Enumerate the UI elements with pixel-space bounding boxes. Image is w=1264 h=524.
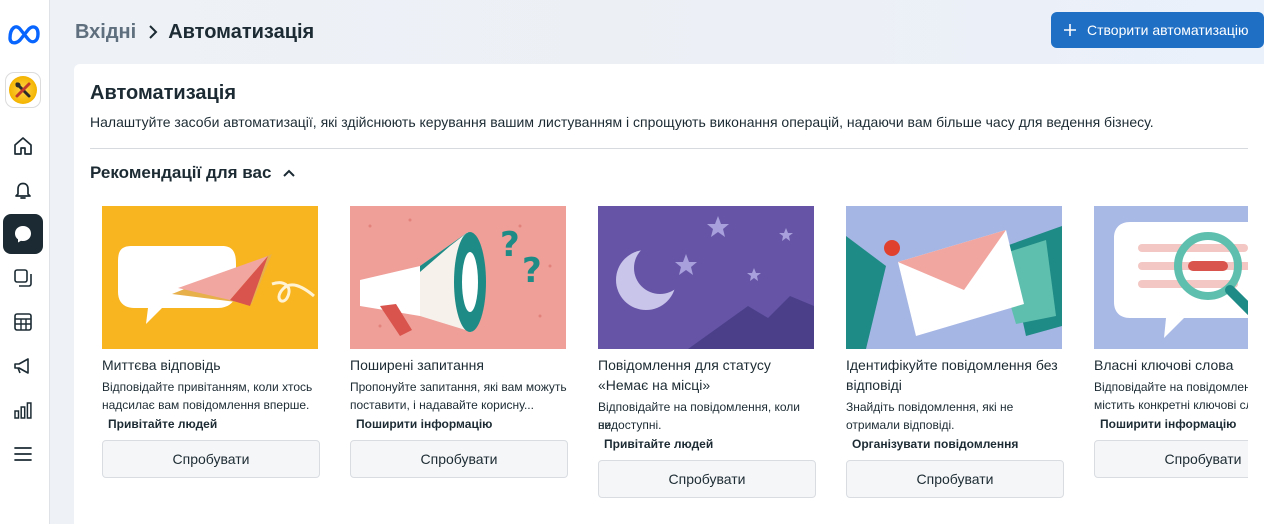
card-category: Поширити інформацію [356, 417, 493, 431]
card-away-message[interactable]: Повідомлення для статусу «Немає на місці… [598, 206, 816, 506]
left-rail [0, 0, 50, 524]
card-description: Знайдіть повідомлення, які не [846, 400, 1014, 414]
chevron-right-icon [148, 25, 158, 39]
page-title: Автоматизація [168, 20, 315, 43]
pages-icon [14, 269, 32, 287]
card-description: Пропонуйте запитання, які вам можуть [350, 380, 567, 394]
card-title: Власні ключові слова [1094, 357, 1234, 373]
breadcrumb: Вхідні Автоматизація [75, 19, 314, 45]
away-message-illustration [598, 206, 814, 349]
try-button[interactable]: Спробувати [598, 460, 816, 498]
tools-icon [15, 82, 31, 98]
nav-pages[interactable] [3, 258, 43, 298]
breadcrumb-inbox-link[interactable]: Вхідні [75, 21, 136, 44]
chevron-up-icon[interactable] [283, 169, 296, 177]
nav-insights[interactable] [3, 390, 43, 430]
faq-illustration: ? ? [350, 206, 566, 349]
keywords-illustration [1094, 206, 1248, 349]
instant-reply-illustration [102, 206, 318, 349]
card-category: Привітайте людей [604, 437, 714, 451]
card-title: Поширені запитання [350, 357, 484, 373]
try-button[interactable]: Спробувати [1094, 440, 1248, 478]
card-category: Поширити інформацію [1100, 417, 1237, 431]
unanswered-illustration [846, 206, 1062, 349]
card-title: відповіді [846, 377, 902, 393]
create-automation-label: Створити автоматизацію [1087, 22, 1249, 38]
create-automation-button[interactable]: Створити автоматизацію [1051, 12, 1264, 48]
card-title: Повідомлення для статусу [598, 357, 771, 373]
try-button[interactable]: Спробувати [846, 460, 1064, 498]
recommendation-cards: Миттєва відповідь Відповідайте привітанн… [102, 206, 1248, 506]
megaphone-icon [14, 358, 29, 374]
svg-text:?: ? [522, 251, 542, 291]
card-description: надсилає вам повідомлення вперше. [102, 398, 310, 412]
nav-menu[interactable] [3, 434, 43, 474]
card-description: недоступні. [598, 418, 662, 432]
bell-icon [15, 182, 31, 199]
table-icon [14, 313, 32, 331]
card-title: Ідентифікуйте повідомлення без [846, 357, 1058, 373]
meta-logo-icon[interactable] [6, 20, 42, 46]
card-description: містить конкретні ключові сл [1094, 398, 1248, 412]
nav-inbox[interactable] [3, 214, 43, 254]
card-description: Відповідайте на повідомлення, які [1094, 380, 1248, 394]
try-button[interactable]: Спробувати [102, 440, 320, 478]
insights-icon [14, 402, 32, 419]
card-unanswered-messages[interactable]: Ідентифікуйте повідомлення без відповіді… [846, 206, 1064, 506]
section-heading: Автоматизація [90, 82, 237, 104]
menu-icon [14, 447, 32, 461]
nav-home[interactable] [3, 126, 43, 166]
nav-notifications[interactable] [3, 170, 43, 210]
nav-table[interactable] [3, 302, 43, 342]
automation-panel: Автоматизація Налаштуйте засоби автомати… [74, 64, 1264, 524]
svg-text:?: ? [500, 225, 520, 265]
card-category: Організувати повідомлення [852, 437, 1019, 451]
card-instant-reply[interactable]: Миттєва відповідь Відповідайте привітанн… [102, 206, 320, 506]
card-title: «Немає на місці» [598, 377, 711, 393]
card-title: Миттєва відповідь [102, 357, 221, 373]
chat-icon [15, 226, 31, 243]
business-avatar[interactable] [5, 72, 41, 108]
try-button[interactable]: Спробувати [350, 440, 568, 478]
card-category: Привітайте людей [108, 417, 218, 431]
card-description: отримали відповіді. [846, 418, 955, 432]
card-faq[interactable]: ? ? Поширені запитання Пропонуйте запита… [350, 206, 568, 506]
card-description: Відповідайте привітанням, коли хтось [102, 380, 313, 394]
recommendations-title: Рекомендації для вас [90, 163, 272, 182]
card-custom-keywords[interactable]: Власні ключові слова Відповідайте на пов… [1094, 206, 1248, 506]
card-description: поставити, і надавайте корисну... [350, 398, 534, 412]
nav-ads[interactable] [3, 346, 43, 386]
divider [90, 148, 1248, 149]
section-description: Налаштуйте засоби автоматизації, які зді… [90, 114, 1154, 130]
recommendations-header[interactable]: Рекомендації для вас [90, 163, 296, 183]
plus-icon [1063, 23, 1077, 37]
home-icon [14, 137, 32, 155]
